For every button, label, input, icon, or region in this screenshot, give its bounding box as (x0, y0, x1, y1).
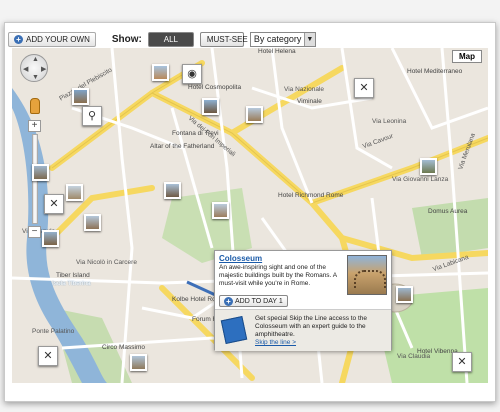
map-label: Via Nazionale (284, 86, 324, 93)
chevron-down-icon: ▼ (303, 32, 315, 46)
attraction-thumbnail[interactable] (347, 255, 387, 295)
add-to-day-button[interactable]: + ADD TO DAY 1 (219, 295, 288, 307)
map-label: Domus Aurea (428, 208, 468, 215)
skip-line-promo: Get special Skip the Line access to the … (215, 309, 391, 351)
map-label: Hotel Mediterraneo (407, 68, 463, 75)
attraction-photo-marker[interactable] (396, 286, 413, 303)
restaurant-icon[interactable]: ✕ (354, 78, 374, 98)
pan-right-icon[interactable]: ▶ (41, 65, 46, 73)
add-to-day-label: ADD TO DAY 1 (235, 297, 283, 305)
skip-line-link[interactable]: Skip the line > (255, 339, 387, 347)
map-label: Isola Tiberina (52, 280, 91, 287)
attraction-photo-marker[interactable] (32, 164, 49, 181)
pan-down-icon[interactable]: ▼ (32, 74, 39, 81)
filter-all-button[interactable]: ALL (147, 31, 194, 47)
show-label: Show: (111, 33, 142, 45)
add-your-own-button[interactable]: + ADD YOUR OWN (8, 31, 96, 47)
map-label: Viminale (297, 98, 322, 105)
promo-text-block: Get special Skip the Line access to the … (255, 315, 387, 347)
pan-left-icon[interactable]: ◀ (23, 65, 28, 73)
attraction-photo-marker[interactable] (202, 98, 219, 115)
pan-up-icon[interactable]: ▲ (32, 56, 39, 63)
map-label: Via Nicolò in Carcere (76, 259, 137, 266)
restaurant-icon[interactable]: ✕ (44, 194, 64, 214)
attraction-photo-marker[interactable] (152, 64, 169, 81)
plus-icon: + (14, 34, 23, 44)
map-label: Via Leonina (372, 118, 407, 125)
attraction-info-popup: Colosseum An awe-inspiring sight and one… (214, 250, 392, 351)
ticket-icon (220, 315, 248, 345)
map-label: Altar of the Fatherland (150, 143, 215, 150)
map-label: Via Claudia (397, 353, 431, 360)
street-view-pegman-icon[interactable] (30, 98, 40, 114)
map-label: Via Giovanni Lanza (392, 176, 449, 183)
map-label: Tiber Island (56, 272, 90, 279)
promo-text: Get special Skip the Line access to the … (255, 315, 368, 338)
filter-must-see-button[interactable]: MUST-SEE (199, 31, 248, 47)
attraction-title-link[interactable]: Colosseum (219, 254, 262, 263)
map-label: Circo Massimo (102, 344, 145, 351)
map-label: Hotel Cosmopolita (188, 84, 242, 91)
map-type-button[interactable]: Map (452, 50, 482, 63)
zoom-out-button[interactable]: − (28, 226, 41, 238)
attraction-photo-marker[interactable] (66, 184, 83, 201)
attraction-photo-marker[interactable] (72, 88, 89, 105)
pan-control[interactable]: ▲ ▼ ◀ ▶ (20, 54, 48, 82)
attraction-photo-marker[interactable] (212, 202, 229, 219)
restaurant-icon[interactable]: ✕ (452, 352, 472, 372)
add-your-own-label: ADD YOUR OWN (26, 34, 90, 44)
attraction-photo-marker[interactable] (130, 354, 147, 371)
location-pin-icon[interactable]: ⚲ (82, 106, 102, 126)
category-select-value: By category (253, 34, 302, 44)
plus-icon: + (224, 296, 233, 306)
zoom-in-button[interactable]: + (28, 120, 41, 132)
attraction-description: An awe-inspiring sight and one of the ma… (219, 264, 337, 287)
map-label: Ponte Palatino (32, 328, 75, 335)
attraction-photo-marker[interactable] (420, 158, 437, 175)
restaurant-icon[interactable]: ✕ (38, 346, 58, 366)
map-toolbar: + ADD YOUR OWN Show: ALL MUST-SEE By cat… (8, 30, 492, 48)
attraction-photo-marker[interactable] (84, 214, 101, 231)
map-label: Hotel Helena (258, 48, 296, 55)
category-select[interactable]: By category ▼ (249, 31, 316, 47)
map-label: Hotel Richmond Rome (278, 192, 344, 199)
attraction-photo-marker[interactable] (246, 106, 263, 123)
attraction-photo-marker[interactable] (164, 182, 181, 199)
attraction-photo-marker[interactable] (42, 230, 59, 247)
camera-icon[interactable]: ◉ (182, 64, 202, 84)
